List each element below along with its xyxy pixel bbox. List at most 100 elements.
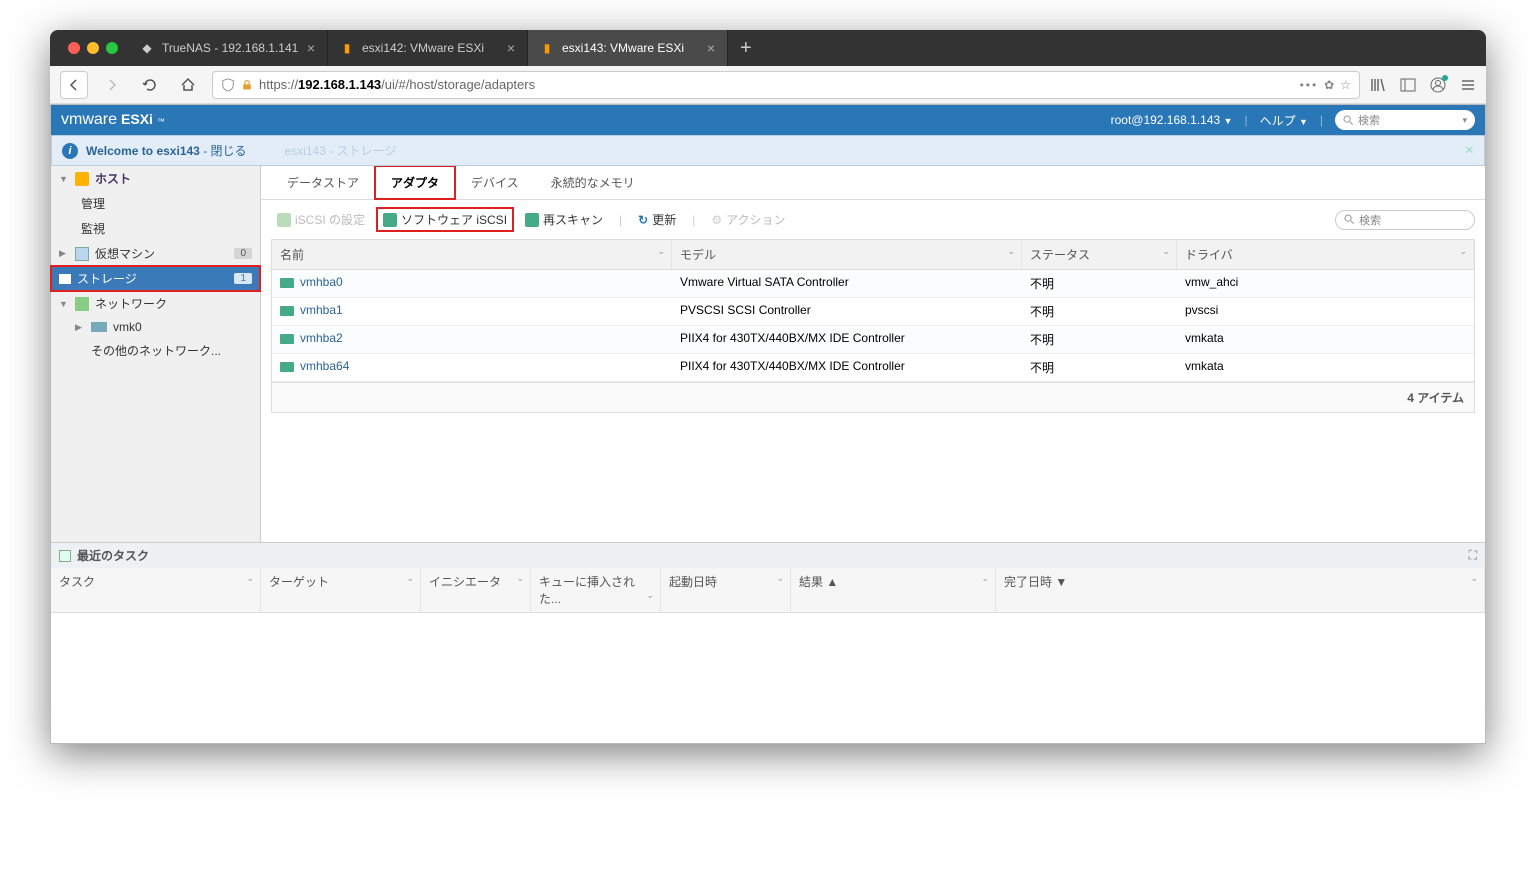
tab-adapter[interactable]: アダプタ	[375, 166, 455, 199]
close-icon[interactable]: ×	[1465, 142, 1474, 160]
browser-tab-esxi142[interactable]: ▮ esxi142: VMware ESXi ×	[328, 30, 528, 66]
sort-icon[interactable]: ⌄	[1459, 246, 1467, 257]
tab-device[interactable]: デバイス	[455, 166, 535, 199]
col-model[interactable]: モデル⌄	[672, 240, 1022, 269]
tcol-initiator[interactable]: イニシエータ⌄	[421, 568, 531, 612]
brand-esxi: ESXi	[121, 111, 153, 127]
sidebar-icon[interactable]	[1400, 77, 1416, 93]
browser-tab-esxi143[interactable]: ▮ esxi143: VMware ESXi ×	[528, 30, 728, 66]
nav-host-manage[interactable]: 管理	[51, 191, 260, 216]
tab-datastore[interactable]: データストア	[271, 166, 375, 199]
nav-vm[interactable]: ▶ 仮想マシン 0	[51, 241, 260, 266]
library-icon[interactable]	[1370, 77, 1386, 93]
browser-tab-truenas[interactable]: ◆ TrueNAS - 192.168.1.141 ×	[128, 30, 328, 66]
tcol-task[interactable]: タスク⌄	[51, 568, 261, 612]
iscsi-config-button[interactable]: iSCSI の設定	[271, 208, 371, 231]
tab-pmem[interactable]: 永続的なメモリ	[535, 166, 651, 199]
home-button[interactable]	[174, 71, 202, 99]
adapter-driver: vmkata	[1177, 354, 1474, 381]
adapter-icon	[277, 213, 291, 227]
help-menu[interactable]: ヘルプ ▼	[1260, 112, 1308, 129]
tasks-header[interactable]: 最近のタスク ⛶	[51, 543, 1485, 568]
software-iscsi-button[interactable]: ソフトウェア iSCSI	[377, 208, 513, 231]
global-search-input[interactable]: 検索 ▾	[1335, 110, 1475, 130]
adapter-status: 不明	[1022, 298, 1177, 325]
col-driver[interactable]: ドライバ⌄	[1177, 240, 1474, 269]
search-icon	[1344, 214, 1355, 225]
adapter-name-link[interactable]: vmhba2	[272, 326, 672, 353]
expand-icon[interactable]: ▶	[59, 248, 69, 259]
maximize-window-icon[interactable]	[106, 42, 118, 54]
search-placeholder: 検索	[1359, 212, 1381, 228]
minimize-window-icon[interactable]	[87, 42, 99, 54]
account-icon[interactable]	[1430, 77, 1446, 93]
adapter-driver: vmw_ahci	[1177, 270, 1474, 297]
scan-icon	[525, 213, 539, 227]
welcome-banner: i Welcome to esxi143 - 閉じる esxi143 - ストレ…	[51, 135, 1485, 166]
adapter-name-link[interactable]: vmhba0	[272, 270, 672, 297]
nav-network-other[interactable]: その他のネットワーク...	[51, 338, 260, 363]
grid-search-input[interactable]: 検索	[1335, 210, 1475, 230]
tab-title: esxi143: VMware ESXi	[562, 41, 684, 55]
sort-icon[interactable]: ⌄	[1007, 246, 1015, 257]
collapse-icon[interactable]: ▼	[59, 174, 69, 184]
refresh-button[interactable]: ↻ 更新	[632, 208, 682, 231]
hba-icon	[280, 362, 294, 372]
table-row[interactable]: vmhba64PIIX4 for 430TX/440BX/MX IDE Cont…	[272, 354, 1474, 382]
nav-network[interactable]: ▼ ネットワーク	[51, 291, 260, 316]
sort-icon[interactable]: ⌄	[1162, 246, 1170, 257]
sort-icon[interactable]: ⌄	[657, 246, 665, 257]
user-menu[interactable]: root@192.168.1.143 ▼	[1111, 113, 1233, 127]
close-icon[interactable]: ×	[307, 40, 315, 56]
close-icon[interactable]: ×	[707, 40, 715, 56]
col-name[interactable]: 名前⌄	[272, 240, 672, 269]
expand-icon[interactable]: ⛶	[1469, 548, 1477, 563]
collapse-icon[interactable]: ▼	[59, 299, 69, 309]
expand-icon[interactable]: ▶	[75, 322, 85, 333]
nav-host-monitor[interactable]: 監視	[51, 216, 260, 241]
navigator: ▼ ホスト 管理 監視 ▶ 仮想マシン 0 ストレージ 1	[51, 166, 261, 542]
lock-icon	[241, 79, 253, 91]
separator: |	[615, 213, 626, 227]
tcol-target[interactable]: ターゲット⌄	[261, 568, 421, 612]
nav-host[interactable]: ▼ ホスト	[51, 166, 260, 191]
adapter-status: 不明	[1022, 354, 1177, 381]
breadcrumb-ghost: esxi143 - ストレージ	[285, 142, 397, 159]
btn-label: アクション	[726, 211, 785, 228]
nav-storage[interactable]: ストレージ 1	[51, 266, 260, 291]
close-icon[interactable]: ×	[507, 40, 515, 56]
tcol-result[interactable]: 結果 ▲⌄	[791, 568, 996, 612]
action-button[interactable]: ⚙ アクション	[705, 208, 791, 231]
nav-label: ストレージ	[77, 270, 137, 287]
page-actions-icon[interactable]: •••	[1300, 78, 1319, 92]
adapter-status: 不明	[1022, 270, 1177, 297]
rescan-button[interactable]: 再スキャン	[519, 208, 609, 231]
tasks-icon	[59, 550, 71, 562]
adapter-name-link[interactable]: vmhba64	[272, 354, 672, 381]
tcol-complete[interactable]: 完了日時 ▼⌄	[996, 568, 1485, 612]
welcome-close-link[interactable]: 閉じる	[211, 144, 247, 158]
adapter-model: PVSCSI SCSI Controller	[672, 298, 1022, 325]
tcol-queued[interactable]: キューに挿入された...⌄	[531, 568, 661, 612]
tcol-start[interactable]: 起動日時⌄	[661, 568, 791, 612]
nav-vmk0[interactable]: ▶ vmk0	[51, 316, 260, 338]
new-tab-button[interactable]: +	[728, 37, 764, 60]
table-row[interactable]: vmhba2PIIX4 for 430TX/440BX/MX IDE Contr…	[272, 326, 1474, 354]
close-window-icon[interactable]	[68, 42, 80, 54]
menu-icon[interactable]	[1460, 77, 1476, 93]
host-icon	[75, 172, 89, 186]
bookmark-icon[interactable]: ☆	[1340, 78, 1351, 92]
permissions-icon[interactable]: ✿	[1324, 78, 1334, 92]
vmware-favicon-icon: ▮	[540, 41, 554, 55]
table-row[interactable]: vmhba1PVSCSI SCSI Controller不明pvscsi	[272, 298, 1474, 326]
brand-vmware: vmware	[61, 111, 117, 129]
reload-button[interactable]	[136, 71, 164, 99]
btn-label: ソフトウェア iSCSI	[401, 211, 507, 228]
adapter-name-link[interactable]: vmhba1	[272, 298, 672, 325]
url-input[interactable]: https://192.168.1.143/ui/#/host/storage/…	[212, 71, 1360, 99]
back-button[interactable]	[60, 71, 88, 99]
table-row[interactable]: vmhba0Vmware Virtual SATA Controller不明vm…	[272, 270, 1474, 298]
forward-button[interactable]	[98, 71, 126, 99]
col-status[interactable]: ステータス⌄	[1022, 240, 1177, 269]
search-icon	[1343, 115, 1354, 126]
